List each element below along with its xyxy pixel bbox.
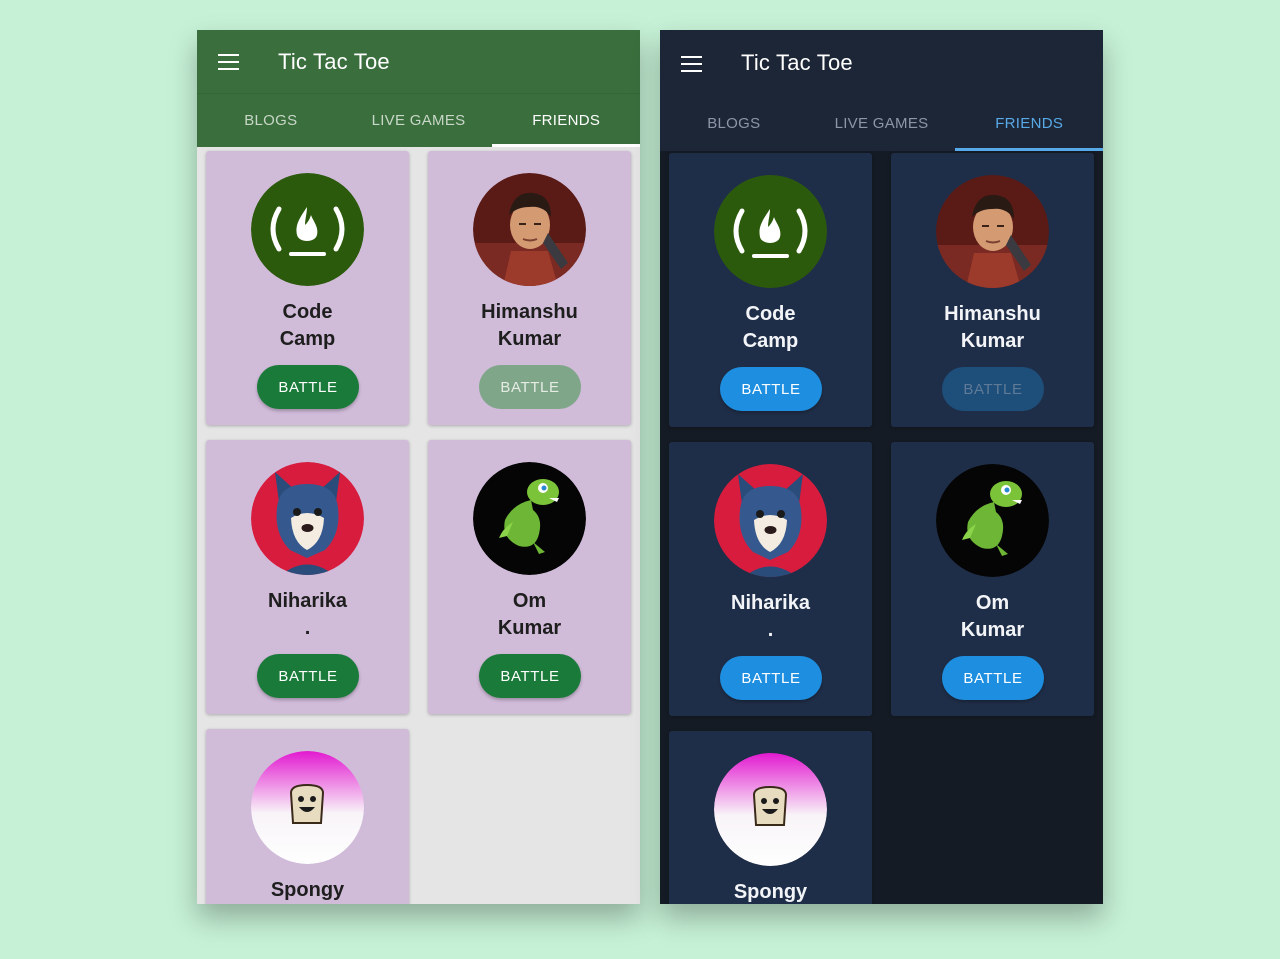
- friend-first-name: Code: [745, 303, 796, 325]
- tab-live-games[interactable]: LIVE GAMES: [808, 96, 956, 151]
- friend-name: Code Camp: [206, 299, 409, 353]
- superhero-avatar-icon: [473, 173, 586, 286]
- wolf-avatar-icon: [251, 462, 364, 575]
- friend-name: Om Kumar: [428, 588, 631, 642]
- friend-first-name: Om: [512, 590, 547, 612]
- battle-button[interactable]: BATTLE: [479, 654, 581, 698]
- friend-card: Om Kumar BATTLE: [891, 442, 1094, 716]
- friend-last-name: Kumar: [960, 619, 1025, 641]
- wolf-avatar-icon: [714, 464, 827, 577]
- friend-first-name: Spongy: [733, 881, 808, 903]
- battle-button[interactable]: BATTLE: [942, 656, 1044, 700]
- dinosaur-avatar-icon: [936, 464, 1049, 577]
- battle-button[interactable]: BATTLE: [720, 367, 822, 411]
- friend-first-name: Niharika: [268, 590, 347, 612]
- tab-friends[interactable]: FRIENDS: [955, 96, 1103, 151]
- friend-last-name: Kumar: [497, 328, 562, 350]
- friend-last-name: .: [767, 619, 774, 641]
- dark-theme-screen: Tic Tac Toe BLOGS LIVE GAMES FRIENDS Cod…: [660, 30, 1103, 904]
- friend-last-name: Camp: [279, 328, 336, 350]
- freecodecamp-avatar-icon: [251, 173, 364, 286]
- toast-avatar-icon: [714, 753, 827, 866]
- friend-name: Himanshu Kumar: [428, 299, 631, 353]
- battle-button[interactable]: BATTLE: [720, 656, 822, 700]
- tab-live-games[interactable]: LIVE GAMES: [345, 94, 493, 147]
- friend-card: Niharika . BATTLE: [669, 442, 872, 716]
- battle-button[interactable]: BATTLE: [479, 365, 581, 409]
- superhero-avatar-icon: [936, 175, 1049, 288]
- friend-name: Code Camp: [669, 301, 872, 355]
- friend-card: Code Camp BATTLE: [206, 151, 409, 425]
- active-tab-indicator: [492, 144, 640, 147]
- tab-bar: BLOGS LIVE GAMES FRIENDS: [660, 96, 1103, 151]
- app-bar: Tic Tac Toe: [660, 30, 1103, 96]
- friend-name: Spongy: [206, 877, 409, 904]
- dinosaur-avatar-icon: [473, 462, 586, 575]
- battle-button[interactable]: BATTLE: [257, 365, 359, 409]
- friend-last-name: .: [304, 617, 311, 639]
- friend-name: Himanshu Kumar: [891, 301, 1094, 355]
- friend-first-name: Himanshu: [481, 301, 578, 323]
- app-title: Tic Tac Toe: [741, 50, 853, 75]
- app-title: Tic Tac Toe: [278, 48, 390, 74]
- friend-card: Spongy: [669, 731, 872, 904]
- friend-last-name: Kumar: [497, 617, 562, 639]
- friend-card: Code Camp BATTLE: [669, 153, 872, 427]
- friend-card: Himanshu Kumar BATTLE: [891, 153, 1094, 427]
- friend-name: Spongy: [669, 879, 872, 904]
- tab-friends[interactable]: FRIENDS: [492, 94, 640, 147]
- app-bar: Tic Tac Toe: [197, 30, 640, 93]
- hamburger-menu-icon[interactable]: [218, 54, 239, 70]
- friend-name: Niharika .: [206, 588, 409, 642]
- battle-button[interactable]: BATTLE: [942, 367, 1044, 411]
- light-theme-screen: Tic Tac Toe BLOGS LIVE GAMES FRIENDS Cod…: [197, 30, 640, 904]
- friend-first-name: Niharika: [731, 592, 810, 614]
- active-tab-indicator: [955, 148, 1103, 151]
- tab-blogs[interactable]: BLOGS: [197, 94, 345, 147]
- tab-blogs[interactable]: BLOGS: [660, 96, 808, 151]
- battle-button[interactable]: BATTLE: [257, 654, 359, 698]
- friend-first-name: Spongy: [270, 879, 345, 901]
- friend-card: Niharika . BATTLE: [206, 440, 409, 714]
- freecodecamp-avatar-icon: [714, 175, 827, 288]
- friend-first-name: Code: [282, 301, 333, 323]
- friend-card: Spongy: [206, 729, 409, 904]
- friend-card: Om Kumar BATTLE: [428, 440, 631, 714]
- tab-bar: BLOGS LIVE GAMES FRIENDS: [197, 93, 640, 147]
- friend-name: Om Kumar: [891, 590, 1094, 644]
- friend-first-name: Om: [975, 592, 1010, 614]
- friend-name: Niharika .: [669, 590, 872, 644]
- toast-avatar-icon: [251, 751, 364, 864]
- friend-card: Himanshu Kumar BATTLE: [428, 151, 631, 425]
- hamburger-menu-icon[interactable]: [681, 56, 702, 72]
- friend-last-name: Camp: [742, 330, 799, 352]
- friend-last-name: Kumar: [960, 330, 1025, 352]
- friend-first-name: Himanshu: [944, 303, 1041, 325]
